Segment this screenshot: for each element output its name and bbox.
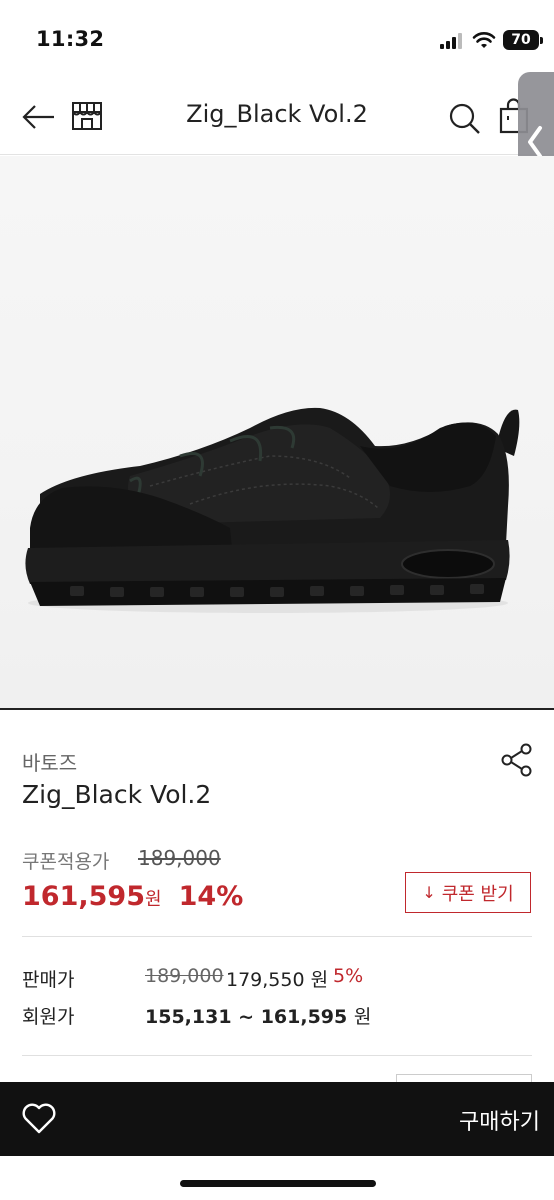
heart-icon[interactable] [20,1100,58,1136]
battery-indicator: 70 [503,30,543,50]
shoe-image [25,407,520,613]
share-icon[interactable] [500,742,534,778]
member-price-range: 155,131 ~ 161,595 [145,1006,348,1028]
sale-price-label: 판매가 [22,969,75,991]
cellular-signal-icon [440,33,464,49]
status-time: 11:32 [36,27,105,51]
download-arrow-icon: ↓ [422,883,436,902]
coupon-price-unit: 원 [144,889,162,910]
home-indicator[interactable] [180,1180,376,1187]
coupon-original-price: 189,000 [138,846,221,870]
divider [22,1055,532,1056]
sale-original-price: 189,000 [145,965,224,987]
chevron-left-icon [528,126,542,158]
coupon-price-label: 쿠폰적용가 [22,851,110,873]
brand-name[interactable]: 바토즈 [22,747,77,776]
search-icon[interactable] [446,100,482,136]
page-title: Zig_Black Vol.2 [186,100,368,128]
top-navigation: Zig_Black Vol.2 [0,80,554,155]
home-indicator-area [0,1156,554,1200]
get-coupon-button[interactable]: ↓ 쿠폰 받기 [405,872,531,913]
product-name: Zig_Black Vol.2 [22,780,212,809]
coupon-discount: 14% [178,881,244,912]
sale-price: 179,550 원 [226,969,329,991]
product-image[interactable] [0,156,554,710]
sale-discount: 5% [333,965,364,987]
divider [22,936,532,937]
member-price-label: 회원가 [22,1006,75,1028]
store-icon[interactable] [70,99,104,133]
wifi-icon [472,32,496,48]
bottom-action-bar: 구매하기 [0,1082,554,1156]
member-price-unit: 원 [353,1006,372,1028]
coupon-price-row: 161,595원 14% [22,881,243,915]
get-coupon-label: 쿠폰 받기 [441,883,514,905]
product-detail-page: 11:32 70 Zig_Black Vol.2 바토즈 Zig_Black V… [0,0,554,1200]
back-arrow-icon[interactable] [20,98,58,136]
coupon-price: 161,595 [22,881,145,912]
member-price: 155,131 ~ 161,595 원 [145,1002,371,1029]
buy-button[interactable]: 구매하기 [430,1104,540,1136]
status-bar: 11:32 70 [0,0,554,80]
